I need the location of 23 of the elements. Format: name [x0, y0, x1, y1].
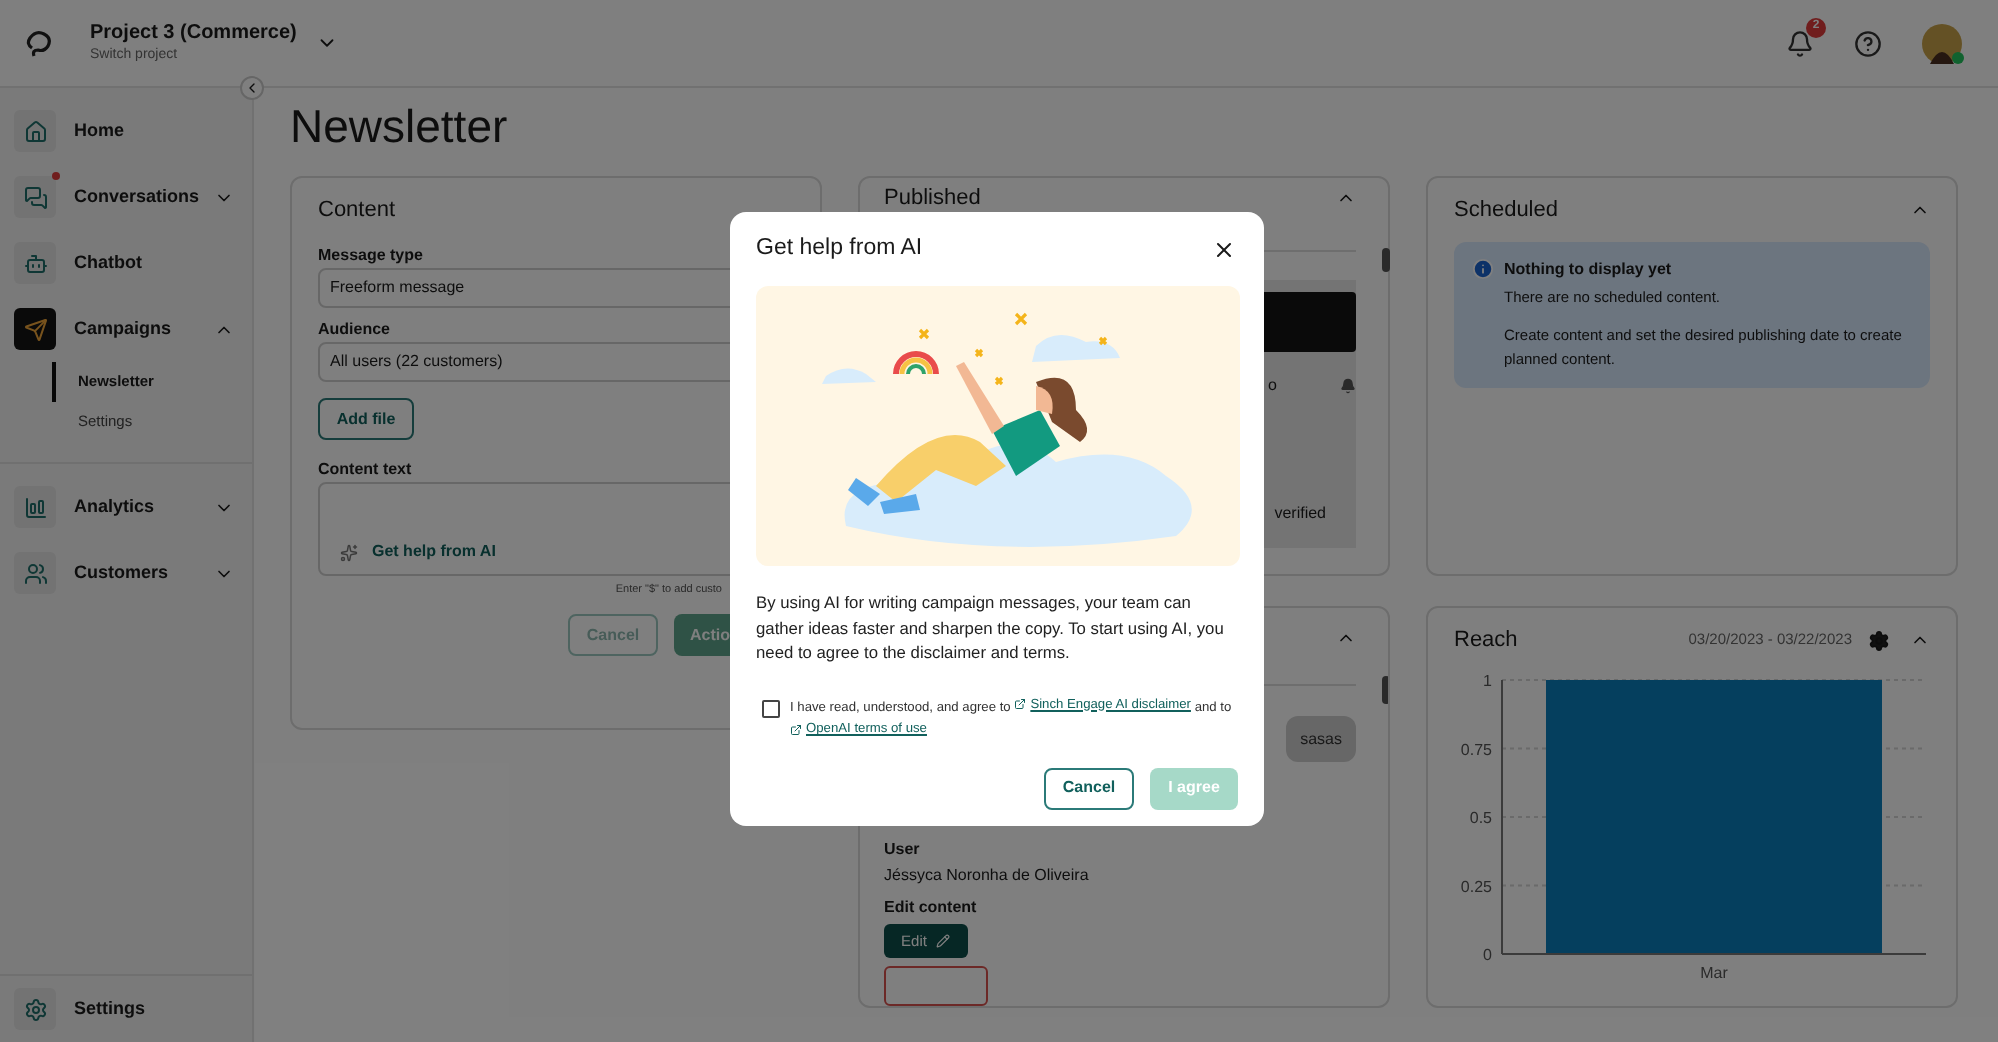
y-tick-label: 0.25 [1460, 877, 1492, 896]
dialog-body: By using AI for writing campaign messages, your team can gather ideas faster and sharpen the copy. To start using AI, you need to agree to the disclaimer and terms. [756, 590, 1226, 665]
field-label: Content text [318, 460, 412, 480]
text-fragment: o [1268, 374, 1277, 398]
message-bubble: sasas [1286, 716, 1356, 762]
y-tick-label: 1 [1483, 672, 1492, 690]
dialog-title: Get help from AI [756, 234, 923, 265]
notice-title: Nothing to display yet [1504, 258, 1674, 280]
x-tick-label: Mar [1700, 964, 1728, 980]
field-label: Message type [318, 246, 423, 266]
field-label: Audience [318, 320, 391, 340]
y-tick-label: 0.75 [1460, 740, 1492, 759]
y-tick-label: 0.5 [1469, 809, 1492, 827]
card-title: Scheduled [1454, 195, 1558, 226]
card-title: Published [884, 183, 981, 214]
field-label: Edit content [884, 896, 979, 920]
card-title: Content [318, 196, 396, 224]
status-text: verified [1274, 502, 1326, 526]
field-label: User [884, 838, 922, 862]
y-tick-label: 0 [1483, 946, 1492, 964]
field-value: Jéssyca Noronha de Oliveira [884, 864, 1091, 888]
card-title: Reach [1454, 625, 1518, 656]
page-title: Newsletter [290, 98, 510, 154]
